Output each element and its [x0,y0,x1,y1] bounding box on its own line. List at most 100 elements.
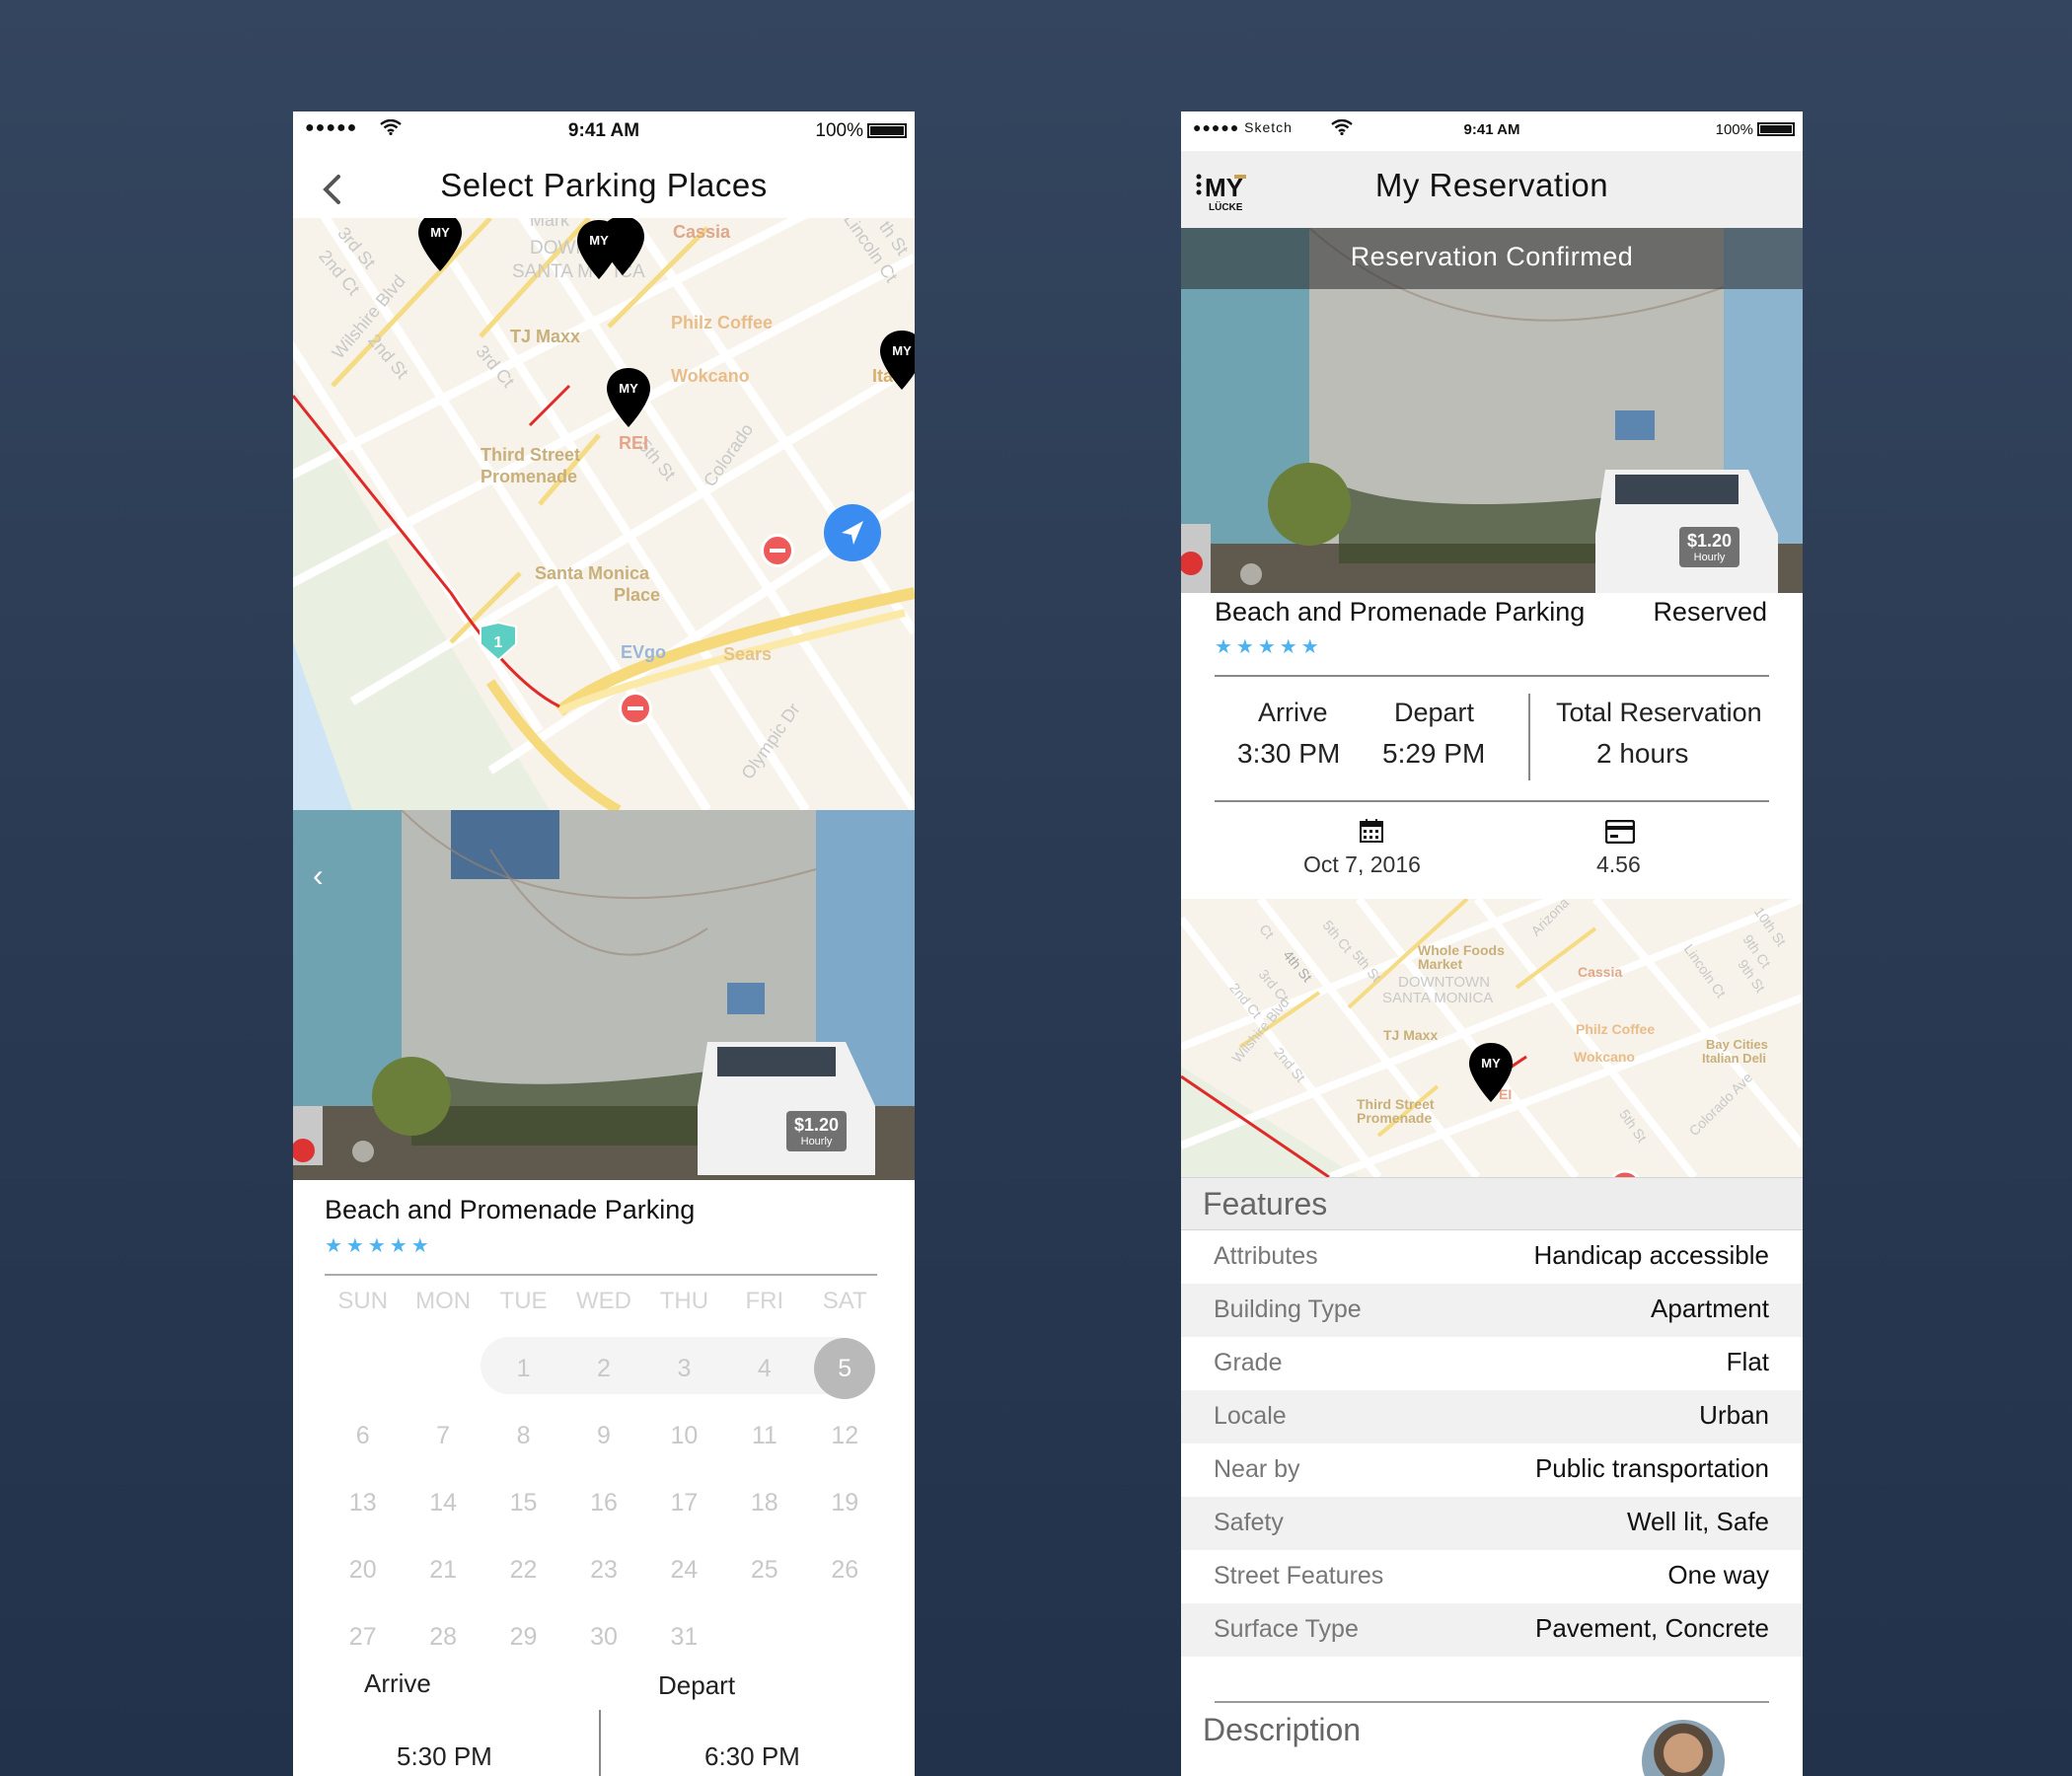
reservation-date: Oct 7, 2016 [1303,851,1421,877]
feature-row: Grade Flat [1181,1337,1803,1390]
map-label-place: Place [614,585,661,605]
calendar-day[interactable]: 14 [403,1469,482,1536]
parking-pin-icon[interactable]: MY [605,366,652,429]
description-title: Description [1203,1712,1362,1747]
arrive-label: Arrive [1258,698,1328,727]
day-number: 18 [750,1489,778,1517]
avatar[interactable] [1642,1720,1725,1776]
calendar-day[interactable]: 7 [403,1402,482,1469]
parking-pin-icon[interactable]: MY [575,218,623,281]
calendar-icon [1360,819,1383,843]
calendar-day[interactable]: 8 [483,1402,563,1469]
parking-pin-icon[interactable]: MY [416,218,464,273]
map-label: Promenade [1357,1110,1433,1126]
price-amount: $1.20 [794,1115,840,1135]
day-number: 6 [355,1422,370,1449]
calendar-day[interactable]: 13 [323,1469,403,1536]
calendar-day[interactable]: 6 [323,1402,403,1469]
day-number: 24 [670,1556,699,1584]
parking-map[interactable]: 3rd St 2nd Ct Wilshire Blvd 2nd St 3rd C… [293,218,915,810]
page-title: Select Parking Places [440,167,768,203]
battery-icon [867,123,907,138]
confirmation-banner: Reservation Confirmed [1350,242,1634,271]
my-reservation-screen: ●●●●● Sketch 9:41 AM 100% MY LÜCKE My Re… [1181,111,1803,1776]
day-number: 21 [429,1556,458,1584]
photo-360-icon[interactable] [352,1141,374,1162]
calendar-day[interactable]: 24 [644,1536,724,1603]
calendar-day[interactable]: 21 [403,1536,482,1603]
photo-360-icon[interactable] [1240,563,1262,585]
highway-shield-icon: 1 [477,621,520,660]
divider [1215,800,1769,802]
day-number: 1 [516,1355,531,1382]
calendar-empty [403,1335,482,1402]
calendar-day[interactable]: 19 [805,1469,885,1536]
calendar-day[interactable]: 30 [563,1603,643,1670]
feature-key: Grade [1214,1349,1283,1376]
status-bar: ●●●●● 9:41 AM 100% [293,111,915,151]
calendar-day[interactable]: 15 [483,1469,563,1536]
feature-row: Surface Type Pavement, Concrete [1181,1603,1803,1657]
depart-time: 5:29 PM [1382,738,1486,769]
calendar-empty [724,1603,804,1670]
feature-key: Safety [1214,1509,1284,1536]
calendar-day[interactable]: 5 [805,1335,885,1402]
arrive-time[interactable]: 5:30 PM [397,1741,492,1772]
calendar-day[interactable]: 18 [724,1469,804,1536]
credit-card-icon [1605,820,1635,844]
feature-row: Building Type Apartment [1181,1284,1803,1337]
depart-time[interactable]: 6:30 PM [704,1741,800,1772]
parking-pin-icon[interactable]: MY [1467,1041,1515,1104]
calendar-week: 20 21 22 23 24 25 26 [323,1536,885,1603]
calendar-day[interactable]: 16 [563,1469,643,1536]
divider [599,1710,601,1776]
arrive-time: 3:30 PM [1237,738,1341,769]
reservation-map[interactable]: Ct 5th Ct 5th St 4th St 3rd Ct 2nd Ct Wi… [1181,899,1803,1177]
day-number: 17 [670,1489,699,1517]
weekday: FRI [745,1288,784,1314]
parking-pin-icon[interactable]: MY [878,329,915,392]
calendar-day[interactable]: 23 [563,1536,643,1603]
calendar-day[interactable]: 26 [805,1536,885,1603]
page-title: My Reservation [1374,167,1609,203]
status-bar: ●●●●● Sketch 9:41 AM 100% [1181,111,1803,151]
day-number: 7 [436,1422,451,1449]
prev-photo-icon[interactable]: ‹ [313,857,324,894]
feature-key: Near by [1214,1455,1300,1483]
feature-row: Safety Well lit, Safe [1181,1497,1803,1550]
weekday: THU [659,1288,709,1314]
price-badge: $1.20 Hourly [786,1111,848,1151]
calendar-day[interactable]: 27 [323,1603,403,1670]
calendar-day[interactable]: 2 [563,1335,643,1402]
calendar-day[interactable]: 3 [644,1335,724,1402]
divider [1215,1701,1769,1703]
day-number: 3 [677,1355,692,1382]
parking-photo[interactable]: ‹ $1.20 Hourly [293,810,915,1180]
day-number: 26 [831,1556,859,1584]
calendar-day[interactable]: 28 [403,1603,482,1670]
calendar-day[interactable]: 11 [724,1402,804,1469]
map-label: Italian Deli [1702,1051,1767,1066]
weekday: SAT [822,1288,867,1314]
calendar-week: 27 28 29 30 31 [323,1603,885,1670]
depart-label: Depart [658,1670,736,1700]
calendar-day[interactable]: 12 [805,1402,885,1469]
battery-percent: 100% [1715,121,1753,138]
calendar-day[interactable]: 29 [483,1603,563,1670]
price-unit: Hourly [800,1136,833,1147]
svg-text:MY: MY [589,233,609,248]
calendar-day[interactable]: 20 [323,1536,403,1603]
calendar-day[interactable]: 10 [644,1402,724,1469]
calendar-day[interactable]: 17 [644,1469,724,1536]
locate-me-button[interactable] [824,504,881,561]
svg-text:MY: MY [619,381,638,396]
parking-photo[interactable]: Reservation Confirmed $1.20 Hourly [1181,228,1803,593]
calendar-day[interactable]: 22 [483,1536,563,1603]
calendar-day[interactable]: 1 [483,1335,563,1402]
status-time: 9:41 AM [1463,121,1520,138]
calendar-day[interactable]: 25 [724,1536,804,1603]
calendar-day[interactable]: 9 [563,1402,643,1469]
calendar-day[interactable]: 31 [644,1603,724,1670]
calendar-day[interactable]: 4 [724,1335,804,1402]
calendar-grid: 1 2 3 4 5 6 7 8 9 10 11 12 13 14 15 16 17 18 19 20 21 22 23 24 2… [323,1335,885,1670]
